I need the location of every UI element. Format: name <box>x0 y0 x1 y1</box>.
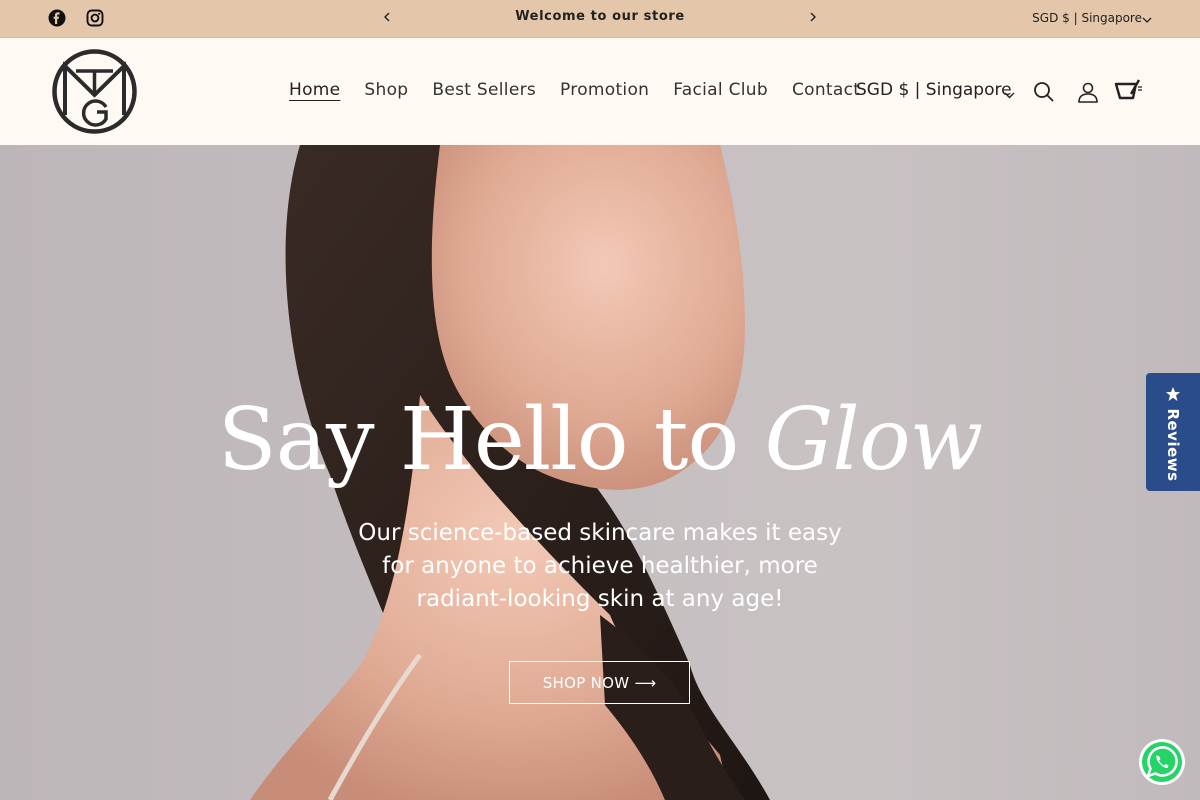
reviews-label: Reviews <box>1164 408 1182 482</box>
star-icon <box>1165 386 1181 407</box>
announcement-message: Welcome to our store <box>515 9 685 24</box>
logo[interactable] <box>52 49 137 134</box>
nav-promotion[interactable]: Promotion <box>560 80 649 100</box>
chevron-down-icon <box>1142 11 1152 29</box>
chevron-right-icon[interactable] <box>808 10 818 26</box>
reviews-tab[interactable]: Reviews <box>1146 373 1200 491</box>
announcement-bar: Welcome to our store SGD $ | Singapore <box>0 0 1200 38</box>
account-icon[interactable] <box>1076 80 1100 104</box>
currency-selector-top[interactable]: SGD $ | Singapore <box>1032 11 1142 25</box>
nav-home[interactable]: Home <box>289 80 340 100</box>
whatsapp-icon[interactable] <box>1138 738 1186 786</box>
hero-heading-italic: Glow <box>764 390 984 490</box>
facebook-icon[interactable] <box>48 9 66 27</box>
chevron-left-icon[interactable] <box>382 10 392 26</box>
hero-heading-main: Say Hello to <box>217 390 765 490</box>
instagram-icon[interactable] <box>86 9 104 27</box>
social-links <box>48 9 104 27</box>
nav-best-sellers[interactable]: Best Sellers <box>432 80 536 100</box>
currency-selector[interactable]: SGD $ | Singapore <box>856 80 1012 100</box>
nav-shop[interactable]: Shop <box>364 80 408 100</box>
nav-facial-club[interactable]: Facial Club <box>673 80 768 100</box>
site-header: Home Shop Best Sellers Promotion Facial … <box>0 38 1200 145</box>
search-icon[interactable] <box>1032 80 1056 104</box>
cart-icon[interactable] <box>1114 78 1144 102</box>
hero-subtitle: Our science-based skincare makes it easy… <box>358 520 842 612</box>
hero-heading: Say Hello to Glow <box>0 390 1200 490</box>
nav-contact[interactable]: Contact <box>792 80 860 100</box>
hero-banner: Say Hello to Glow Our science-based skin… <box>0 145 1200 800</box>
chevron-down-icon <box>1004 86 1015 104</box>
shop-now-button[interactable]: SHOP NOW ⟶ <box>509 661 690 704</box>
main-nav: Home Shop Best Sellers Promotion Facial … <box>289 80 884 100</box>
